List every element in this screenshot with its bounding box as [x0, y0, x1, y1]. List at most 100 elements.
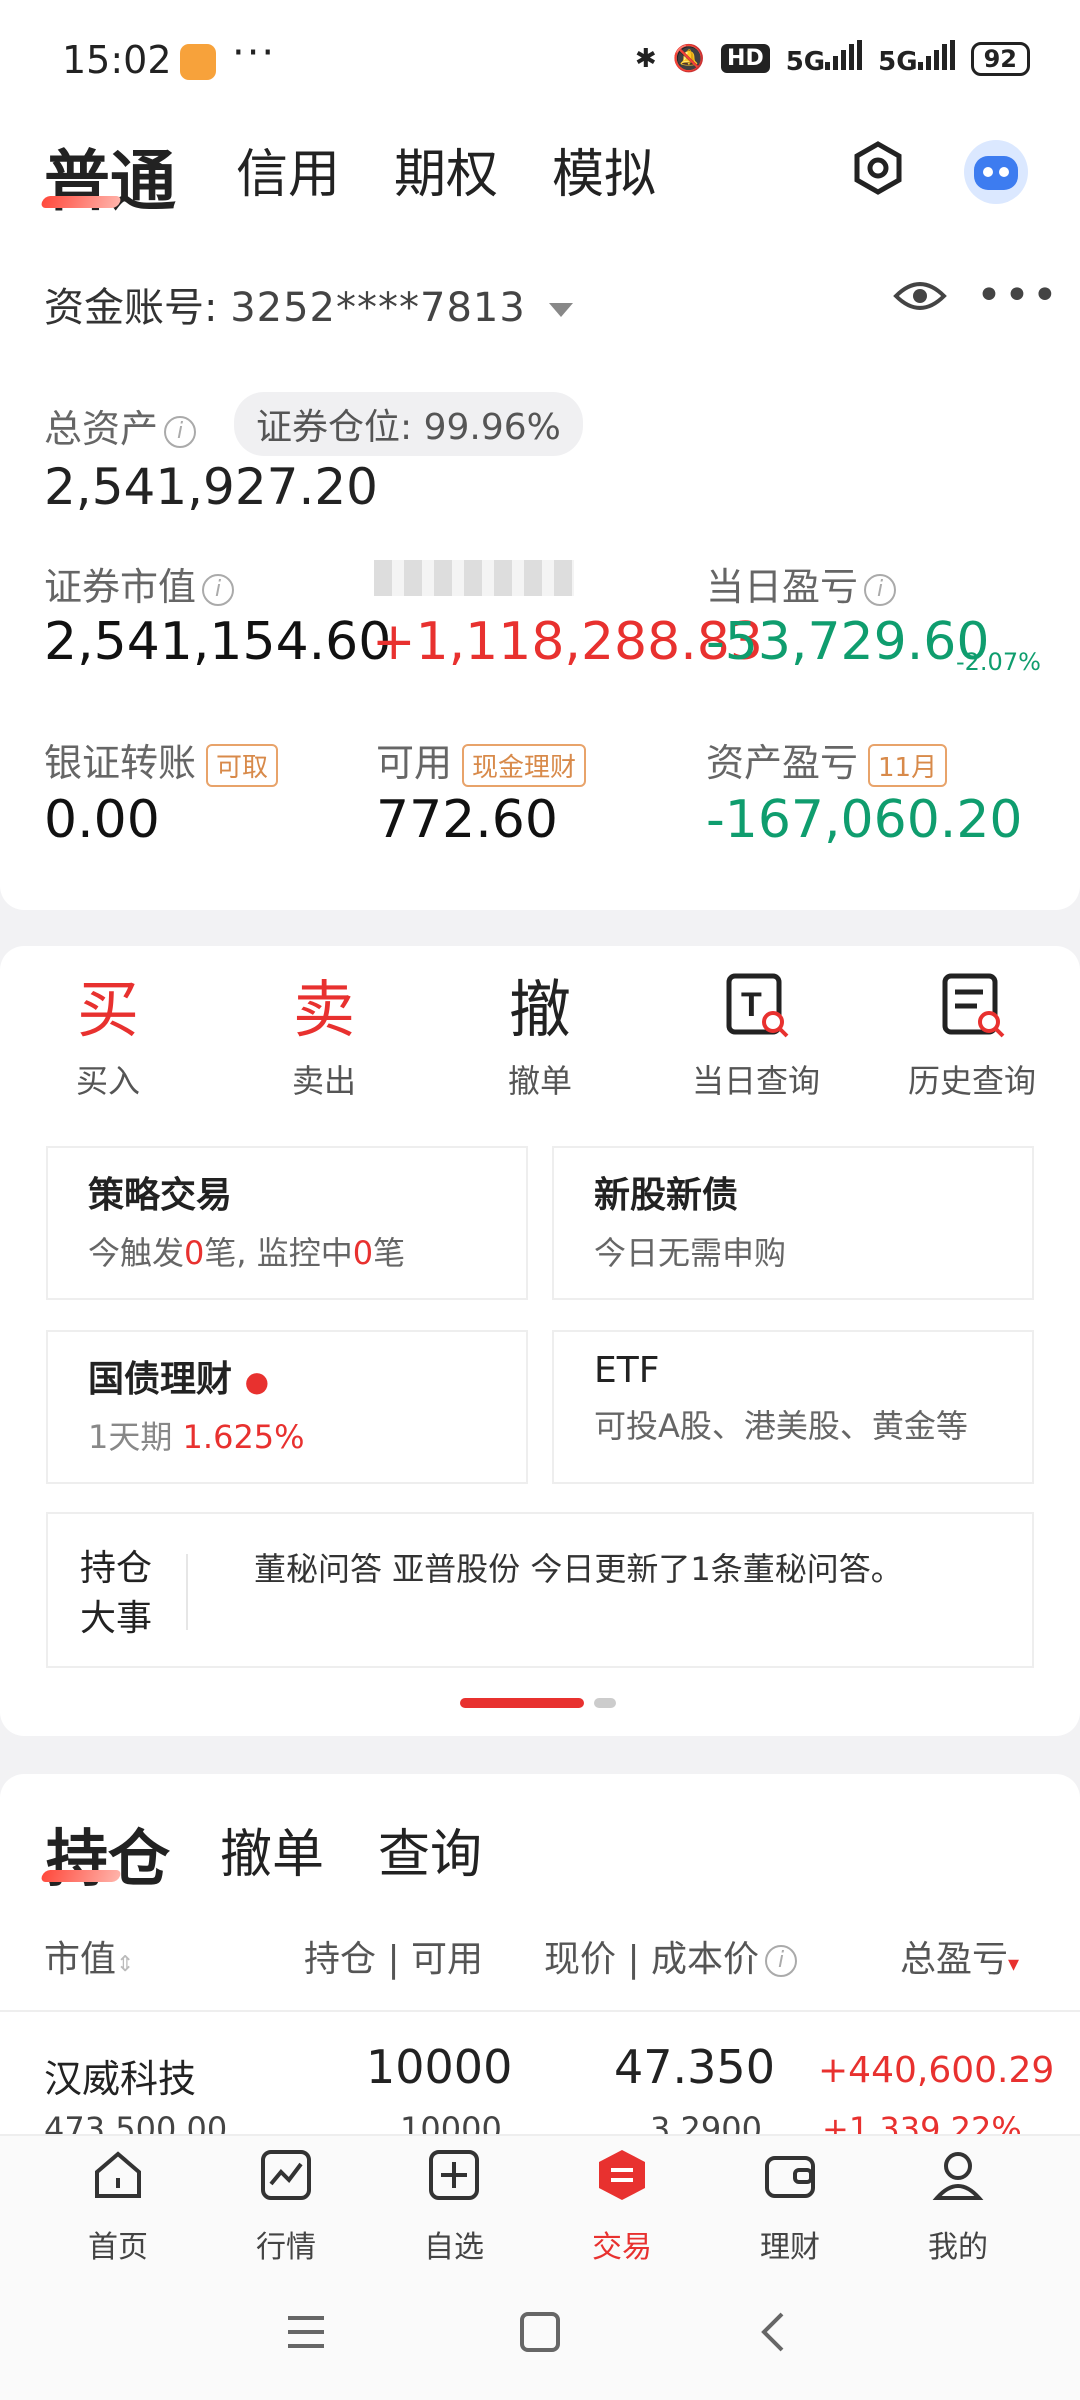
tab-simulate[interactable]: 模拟 [552, 132, 656, 207]
daily-pnl-label: 当日盈亏 i [706, 556, 897, 611]
info-icon[interactable]: i [164, 415, 197, 448]
cancel-order-icon: 撤 [508, 973, 571, 1046]
sell-label: 卖出 [291, 1062, 356, 1100]
stock-price: 47.350 [614, 2040, 775, 2094]
col-pnl[interactable]: 总盈亏▾ [900, 1930, 1019, 1982]
signal-5g-2: 5G [878, 40, 955, 77]
holding-news-label-1: 持仓 [80, 1548, 153, 1589]
nav-home-label: 首页 [88, 2230, 148, 2265]
nav-watchlist-label: 自选 [424, 2230, 484, 2265]
eye-icon[interactable] [892, 276, 948, 316]
nav-market[interactable]: 行情 [202, 2148, 370, 2266]
nav-trade[interactable]: 交易 [538, 2148, 706, 2266]
holding-news-label-2: 大事 [80, 1598, 153, 1639]
buy-button[interactable]: 买 买入 [8, 970, 208, 1102]
more-notifications-icon: ··· [232, 30, 277, 76]
market-value-label: 证券市值 i [44, 556, 235, 611]
signal-5g-1: 5G [786, 40, 863, 77]
home-square-icon[interactable] [518, 2310, 562, 2354]
col-pnl-text: 总盈亏 [900, 1939, 1009, 1980]
transfer-label[interactable]: 银证转账 可取 [44, 732, 279, 787]
total-assets-text: 总资产 [44, 407, 159, 451]
daily-pnl-pct: -2.07% [956, 648, 1041, 676]
add-watchlist-icon [429, 2150, 479, 2200]
sell-button[interactable]: 卖 卖出 [224, 970, 424, 1102]
chevron-down-icon [548, 303, 573, 317]
hidden-label-redacted [374, 560, 574, 596]
asset-pnl-label[interactable]: 资产盈亏 11月 [706, 732, 948, 787]
stock-pnl: +440,600.29 [818, 2050, 1055, 2091]
available-value: 772.60 [376, 790, 558, 850]
stock-cost: 3.2900 [650, 2110, 762, 2134]
cancel-order-button[interactable]: 撤 撤单 [440, 970, 640, 1102]
strategy-triggered-count: 0 [184, 1234, 205, 1272]
wallet-icon [765, 2156, 815, 2198]
col-market-value[interactable]: 市值⇕ [44, 1930, 134, 1982]
asset-pnl-value: -167,060.20 [706, 790, 1023, 850]
nav-profile[interactable]: 我的 [874, 2148, 1042, 2266]
strategy-title: 策略交易 [88, 1175, 233, 1216]
back-icon[interactable] [752, 2310, 796, 2354]
strategy-subtitle: 今触发0笔, 监控中0笔 [88, 1228, 526, 1274]
ipo-subtitle: 今日无需申购 [594, 1234, 787, 1272]
nav-home[interactable]: 首页 [34, 2148, 202, 2266]
total-assets-value: 2,541,927.20 [44, 458, 378, 516]
etf-card[interactable]: ETF 可投A股、港美股、黄金等 [552, 1330, 1034, 1484]
info-icon[interactable]: i [765, 1945, 798, 1977]
info-icon[interactable]: i [864, 573, 897, 606]
cash-mgmt-tag: 现金理财 [462, 744, 587, 787]
available-label[interactable]: 可用 现金理财 [376, 732, 587, 787]
tab-options[interactable]: 期权 [394, 132, 498, 207]
carousel-indicator-active [460, 1698, 584, 1708]
col-price-text: 现价 | 成本价 [544, 1939, 760, 1980]
app-notification-icon [180, 44, 216, 80]
tab-normal[interactable]: 普通 [44, 128, 176, 224]
ipo-title: 新股新债 [594, 1175, 739, 1216]
today-query-button[interactable]: T 当日查询 [656, 970, 856, 1102]
menu-icon[interactable] [284, 2310, 328, 2354]
status-time: 15:02 [62, 38, 172, 82]
hd-badge: HD [721, 44, 770, 73]
col-price: 现价 | 成本价 i [544, 1930, 798, 1982]
holding-news-text: 董秘问答 亚普股份 今日更新了1条董秘问答。 [254, 1550, 903, 1588]
nav-wealth[interactable]: 理财 [706, 2148, 874, 2266]
treasury-card[interactable]: 国债理财 ● 1天期 1.625% [46, 1330, 528, 1484]
status-icons: ✱ 🔕 HD 5G 5G 92 [635, 40, 1030, 77]
cancel-order-label: 撤单 [507, 1062, 572, 1100]
treasury-title: 国债理财 ● [88, 1350, 526, 1402]
strategy-trade-card[interactable]: 策略交易 今触发0笔, 监控中0笔 [46, 1146, 528, 1300]
asset-pnl-text: 资产盈亏 [706, 741, 859, 785]
etf-title: ETF [594, 1350, 660, 1391]
nav-watchlist[interactable]: 自选 [370, 2148, 538, 2266]
info-icon[interactable]: i [202, 573, 235, 606]
ipo-card[interactable]: 新股新债 今日无需申购 [552, 1146, 1034, 1300]
tab-cancel-orders[interactable]: 撤单 [220, 1812, 324, 1887]
stock-market-value: 473,500.00 [44, 2110, 228, 2134]
history-query-label: 历史查询 [907, 1062, 1036, 1100]
more-icon[interactable]: ••• [976, 270, 1060, 321]
account-selector[interactable]: 资金账号: 3252****7813 [44, 275, 573, 333]
holding-news-card[interactable]: 持仓 大事 董秘问答 亚普股份 今日更新了1条董秘问答。 [46, 1512, 1034, 1668]
strategy-sub-b: 笔, 监控中 [204, 1234, 353, 1272]
settings-icon[interactable] [850, 140, 906, 196]
tab-query[interactable]: 查询 [378, 1812, 482, 1887]
total-assets-label: 总资产 i [44, 398, 197, 453]
robot-assistant-icon[interactable] [958, 132, 1034, 208]
today-query-icon: T [656, 970, 856, 1050]
buy-icon: 买 [76, 973, 139, 1046]
treasury-title-text: 国债理财 [88, 1359, 233, 1400]
float-pnl-value: +1,118,288.83 [372, 612, 763, 672]
tab-holdings[interactable]: 持仓 [46, 1808, 170, 1898]
nav-profile-label: 我的 [928, 2230, 988, 2265]
treasury-period: 1天期 [88, 1418, 173, 1456]
tab-credit[interactable]: 信用 [236, 132, 340, 207]
month-tag: 11月 [868, 744, 948, 787]
bluetooth-icon: ✱ [634, 43, 657, 74]
sort-icon: ⇕ [116, 1952, 135, 1977]
table-row[interactable]: 汉威科技 473,500.00 10000 10000 47.350 3.290… [0, 2012, 1080, 2134]
sell-icon: 卖 [292, 973, 355, 1046]
trade-icon [599, 2150, 645, 2200]
history-query-button[interactable]: 历史查询 [872, 970, 1072, 1102]
nav-wealth-label: 理财 [760, 2230, 820, 2265]
daily-pnl-value: -53,729.60 [706, 612, 990, 672]
